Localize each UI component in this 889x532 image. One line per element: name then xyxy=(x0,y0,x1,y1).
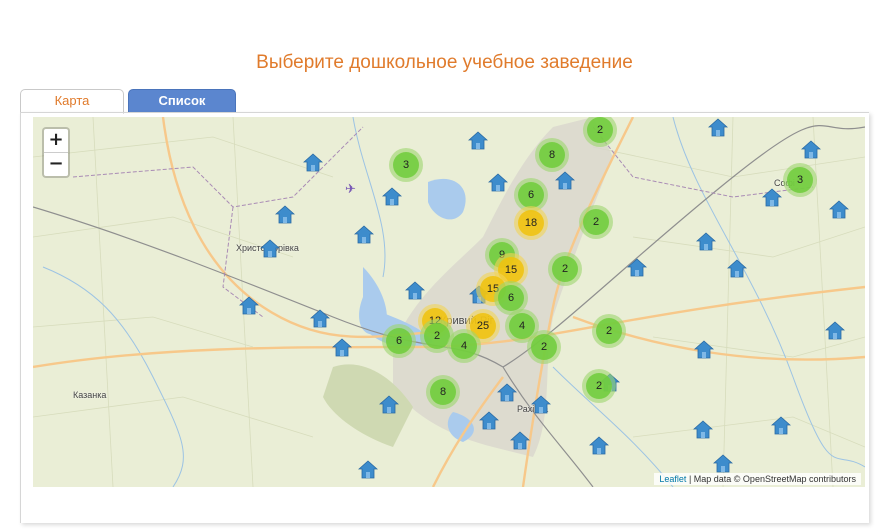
school-marker-icon[interactable] xyxy=(509,431,531,451)
cluster-count: 3 xyxy=(393,152,419,178)
zoom-control: + − xyxy=(42,127,70,178)
cluster-count: 2 xyxy=(583,209,609,235)
cluster-count: 3 xyxy=(787,167,813,193)
zoom-out-button[interactable]: − xyxy=(44,152,68,176)
cluster-marker[interactable]: 2 xyxy=(592,314,626,348)
school-marker-icon[interactable] xyxy=(309,309,331,329)
school-marker-icon[interactable] xyxy=(381,187,403,207)
school-marker-icon[interactable] xyxy=(496,383,518,403)
map-view[interactable]: ✈ Христофорівка Казанка Кривий Ріг Рахів… xyxy=(33,117,865,487)
school-marker-icon[interactable] xyxy=(530,395,552,415)
cluster-marker[interactable]: 6 xyxy=(382,324,416,358)
cluster-marker[interactable]: 2 xyxy=(548,252,582,286)
attribution-text: | Map data © OpenStreetMap contributors xyxy=(686,474,856,484)
tab-map[interactable]: Карта xyxy=(20,89,124,114)
cluster-count: 2 xyxy=(596,318,622,344)
school-marker-icon[interactable] xyxy=(828,200,850,220)
map-attribution: Leaflet | Map data © OpenStreetMap contr… xyxy=(654,473,861,485)
cluster-marker[interactable]: 2 xyxy=(579,205,613,239)
school-marker-icon[interactable] xyxy=(554,171,576,191)
cluster-marker[interactable]: 8 xyxy=(535,138,569,172)
cluster-marker[interactable]: 2 xyxy=(582,369,616,403)
cluster-marker[interactable]: 3 xyxy=(783,163,817,197)
cluster-count: 2 xyxy=(587,117,613,143)
school-marker-icon[interactable] xyxy=(259,239,281,259)
school-marker-icon[interactable] xyxy=(761,188,783,208)
tab-list[interactable]: Список xyxy=(128,89,236,113)
school-marker-icon[interactable] xyxy=(487,173,509,193)
school-marker-icon[interactable] xyxy=(726,259,748,279)
cluster-count: 8 xyxy=(539,142,565,168)
cluster-count: 4 xyxy=(451,333,477,359)
school-marker-icon[interactable] xyxy=(238,296,260,316)
school-marker-icon[interactable] xyxy=(478,411,500,431)
school-marker-icon[interactable] xyxy=(274,205,296,225)
zoom-in-button[interactable]: + xyxy=(44,129,68,152)
cluster-count: 8 xyxy=(430,379,456,405)
cluster-marker[interactable]: 8 xyxy=(426,375,460,409)
cluster-marker[interactable]: 4 xyxy=(447,329,481,363)
page-title: Выберите дошкольное учебное заведение xyxy=(256,52,633,73)
school-marker-icon[interactable] xyxy=(800,140,822,160)
school-marker-icon[interactable] xyxy=(770,416,792,436)
school-marker-icon[interactable] xyxy=(357,460,379,480)
school-marker-icon[interactable] xyxy=(378,395,400,415)
leaflet-link[interactable]: Leaflet xyxy=(659,474,686,484)
cluster-marker[interactable]: 2 xyxy=(527,330,561,364)
cluster-count: 2 xyxy=(552,256,578,282)
place-label: Казанка xyxy=(73,390,107,400)
school-marker-icon[interactable] xyxy=(695,232,717,252)
school-marker-icon[interactable] xyxy=(302,153,324,173)
cluster-count: 18 xyxy=(518,210,544,236)
cluster-count: 2 xyxy=(531,334,557,360)
school-marker-icon[interactable] xyxy=(707,118,729,138)
school-marker-icon[interactable] xyxy=(404,281,426,301)
cluster-count: 6 xyxy=(386,328,412,354)
svg-text:✈: ✈ xyxy=(345,182,356,197)
school-marker-icon[interactable] xyxy=(626,258,648,278)
cluster-count: 6 xyxy=(498,285,524,311)
cluster-count: 6 xyxy=(518,182,544,208)
school-marker-icon[interactable] xyxy=(588,436,610,456)
school-marker-icon[interactable] xyxy=(824,321,846,341)
school-marker-icon[interactable] xyxy=(353,225,375,245)
school-marker-icon[interactable] xyxy=(693,340,715,360)
cluster-count: 2 xyxy=(586,373,612,399)
school-marker-icon[interactable] xyxy=(331,338,353,358)
map-tiles: ✈ xyxy=(33,117,865,487)
cluster-marker[interactable]: 3 xyxy=(389,148,423,182)
school-marker-icon[interactable] xyxy=(692,420,714,440)
school-marker-icon[interactable] xyxy=(712,454,734,474)
school-marker-icon[interactable] xyxy=(467,131,489,151)
cluster-marker[interactable]: 18 xyxy=(514,206,548,240)
